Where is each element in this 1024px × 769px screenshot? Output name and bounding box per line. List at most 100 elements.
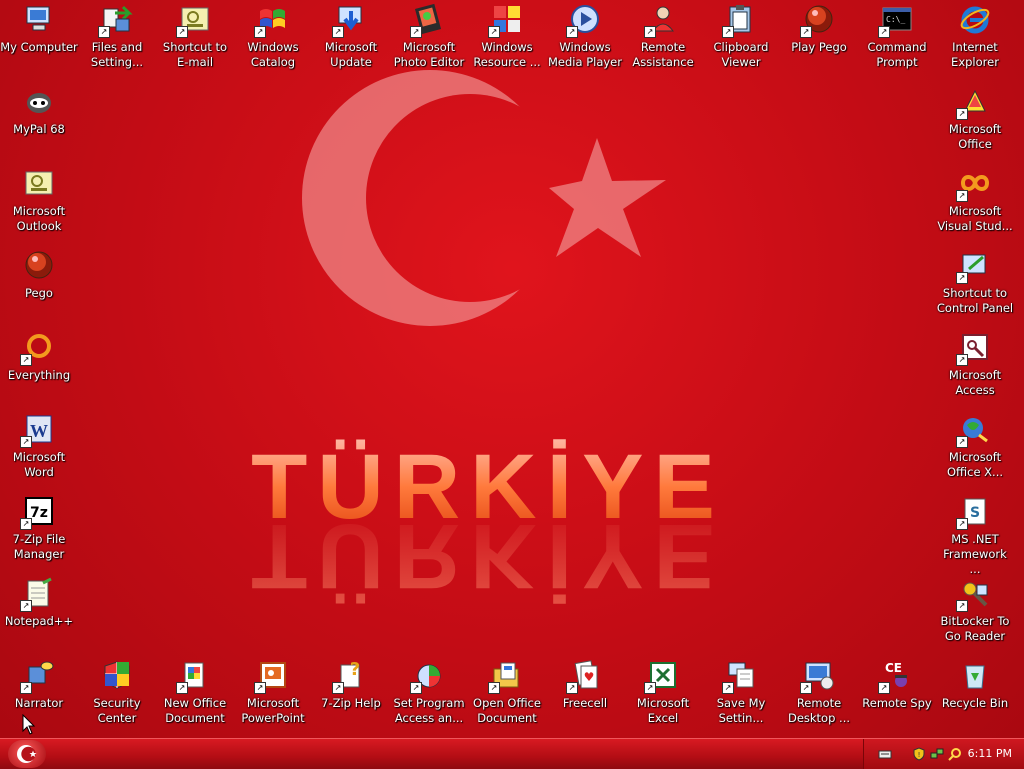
svg-text:C:\_: C:\_ [886, 15, 905, 24]
desktop-icon-notepad[interactable]: ↗ Notepad++ [0, 576, 78, 629]
shortcut-arrow-icon: ↗ [956, 518, 968, 530]
remote-assistance-icon: ↗ [644, 2, 680, 38]
desktop-icon-visual-studio[interactable]: ↗ Microsoft Visual Stud... [936, 166, 1014, 234]
shortcut-arrow-icon: ↗ [566, 26, 578, 38]
desktop-icon-label: My Computer [0, 40, 78, 54]
shortcut-arrow-icon: ↗ [410, 682, 422, 694]
office-xp-icon: ↗ [956, 412, 992, 448]
desktop-icon-label: Windows Catalog [247, 40, 299, 69]
shortcut-arrow-icon: ↗ [956, 436, 968, 448]
bitlocker-icon: ↗ [956, 576, 992, 612]
start-button[interactable] [8, 740, 46, 768]
desktop-icon-label: Open Office Document [473, 696, 541, 725]
shortcut-arrow-icon: ↗ [878, 682, 890, 694]
desktop-icon-outlook[interactable]: Microsoft Outlook [0, 166, 78, 234]
desktop-icon-command-prompt[interactable]: C:\_ ↗ Command Prompt [858, 2, 936, 70]
desktop-icon-remote-spy[interactable]: CE ↗ Remote Spy [858, 658, 936, 711]
crescent-star [0, 0, 1024, 738]
desktop-icon-media-player[interactable]: ↗ Windows Media Player [546, 2, 624, 70]
shortcut-arrow-icon: ↗ [20, 600, 32, 612]
desktop-icon-freecell[interactable]: ♥ ↗ Freecell [546, 658, 624, 711]
svg-text:♥: ♥ [584, 670, 595, 684]
desktop-icon-remote-assistance[interactable]: ↗ Remote Assistance [624, 2, 702, 70]
shortcut-arrow-icon: ↗ [488, 682, 500, 694]
desktop-icon-photo-editor[interactable]: ↗ Microsoft Photo Editor [390, 2, 468, 70]
desktop-icon-clipboard[interactable]: ↗ Clipboard Viewer [702, 2, 780, 70]
desktop-icon-dotnet[interactable]: S ↗ MS .NET Framework ... [936, 494, 1014, 577]
desktop-icon-label: Microsoft Outlook [12, 204, 66, 233]
desktop-icon-mypal[interactable]: MyPal 68 [0, 84, 78, 137]
desktop-icon-pego[interactable]: ↗ Play Pego [780, 2, 858, 55]
desktop-icon-microsoft-update[interactable]: ↗ Microsoft Update [312, 2, 390, 70]
search-icon[interactable] [948, 747, 962, 761]
desktop-icon-label: Internet Explorer [951, 40, 999, 69]
pego-icon [22, 248, 56, 282]
desktop-icon-label: MyPal 68 [13, 122, 65, 136]
media-player-icon: ↗ [566, 2, 602, 38]
desktop-icon-remote-desktop[interactable]: ↗ Remote Desktop ... [780, 658, 858, 726]
shortcut-arrow-icon: ↗ [332, 682, 344, 694]
shortcut-arrow-icon: ↗ [332, 26, 344, 38]
desktop-icon-help[interactable]: ? ↗ 7-Zip Help [312, 658, 390, 711]
security-center-icon [100, 658, 134, 692]
desktop-icon-access[interactable]: ↗ Microsoft Access [936, 330, 1014, 398]
desktop-icon-word[interactable]: W ↗ Microsoft Word [0, 412, 78, 480]
shortcut-arrow-icon: ↗ [644, 26, 656, 38]
desktop-icon-save-settings[interactable]: ↗ Save My Settin... [702, 658, 780, 726]
shortcut-arrow-icon: ↗ [722, 682, 734, 694]
desktop-icon-everything[interactable]: ↗ Everything [0, 330, 78, 383]
desktop-icon-label: Microsoft Office [948, 122, 1002, 151]
save-settings-icon: ↗ [722, 658, 758, 694]
svg-text:!: ! [918, 751, 921, 759]
desktop-icon-pego[interactable]: Pego [0, 248, 78, 301]
desktop-icon-open-office-doc[interactable]: ↗ Open Office Document [468, 658, 546, 726]
network-icon[interactable] [930, 747, 944, 761]
outlook-icon [22, 166, 56, 200]
desktop-icon-resource-kit[interactable]: ↗ Windows Resource ... [468, 2, 546, 70]
shortcut-arrow-icon: ↗ [176, 26, 188, 38]
7zip-icon: 7z ↗ [20, 494, 56, 530]
desktop-icon-excel[interactable]: ↗ Microsoft Excel [624, 658, 702, 726]
desktop-icon-label: Freecell [562, 696, 608, 710]
desktop-icon-label: Clipboard Viewer [713, 40, 769, 69]
recycle-bin-icon [958, 658, 992, 692]
desktop-icon-internet-explorer[interactable]: Internet Explorer [936, 2, 1014, 70]
desktop-icon-label: Microsoft Update [324, 40, 378, 69]
keyboard-icon[interactable] [878, 747, 892, 761]
desktop-icon-security-center[interactable]: Security Center [78, 658, 156, 726]
desktop-icon-email[interactable]: ↗ Shortcut to E-mail [156, 2, 234, 70]
svg-text:7z: 7z [30, 505, 48, 521]
desktop-icon-7zip[interactable]: 7z ↗ 7-Zip File Manager [0, 494, 78, 562]
svg-text:S: S [970, 505, 980, 521]
taskbar: ! 6:11 PM [0, 738, 1024, 769]
desktop-icon-label: Save My Settin... [716, 696, 766, 725]
clock[interactable]: 6:11 PM [968, 747, 1012, 760]
windows-catalog-icon: ↗ [254, 2, 290, 38]
desktop-icon-office-xp[interactable]: ↗ Microsoft Office X... [936, 412, 1014, 480]
files-settings-icon: ↗ [98, 2, 134, 38]
shield-icon[interactable]: ! [912, 747, 926, 761]
desktop-icon-label: Microsoft Access [948, 368, 1002, 397]
shortcut-arrow-icon: ↗ [98, 26, 110, 38]
desktop-icon-bitlocker[interactable]: ↗ BitLocker To Go Reader [936, 576, 1014, 644]
desktop-icon-control-panel[interactable]: ↗ Shortcut to Control Panel [936, 248, 1014, 316]
desktop-icon-label: Everything [7, 368, 71, 382]
shortcut-arrow-icon: ↗ [644, 682, 656, 694]
desktop-icon-my-computer[interactable]: My Computer [0, 2, 78, 55]
desktop-icon-new-office-doc[interactable]: ↗ New Office Document [156, 658, 234, 726]
word-icon: W ↗ [20, 412, 56, 448]
desktop-icon-windows-catalog[interactable]: ↗ Windows Catalog [234, 2, 312, 70]
desktop-icon-files-settings[interactable]: ↗ Files and Setting... [78, 2, 156, 70]
desktop-icon-label: 7-Zip Help [321, 696, 381, 710]
desktop-icon-program-access[interactable]: ↗ Set Program Access an... [390, 658, 468, 726]
desktop-icon-label: Security Center [93, 696, 141, 725]
desktop-icon-narrator[interactable]: ↗ Narrator [0, 658, 78, 711]
notepad-icon: ↗ [20, 576, 56, 612]
desktop-icon-label: Microsoft Excel [636, 696, 690, 725]
desktop-icon-recycle-bin[interactable]: Recycle Bin [936, 658, 1014, 711]
desktop-icon-powerpoint[interactable]: ↗ Microsoft PowerPoint [234, 658, 312, 726]
shortcut-arrow-icon: ↗ [176, 682, 188, 694]
desktop-icon-office[interactable]: ↗ Microsoft Office [936, 84, 1014, 152]
my-computer-icon [22, 2, 56, 36]
shortcut-arrow-icon: ↗ [956, 108, 968, 120]
